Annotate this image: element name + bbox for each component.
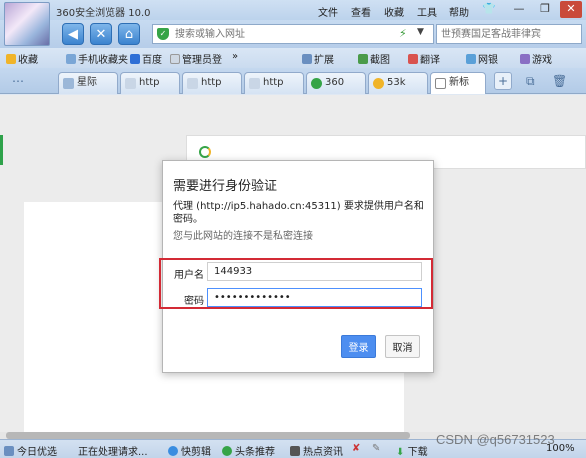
360-logo-icon [311,78,322,89]
trash-icon[interactable]: 🗑 [552,74,567,88]
bookmarks-more[interactable]: » [232,51,238,62]
stop-button[interactable]: ✕ [90,23,112,45]
user-avatar[interactable] [4,2,50,46]
address-input[interactable] [175,27,375,41]
username-field[interactable] [207,262,422,281]
password-label: 密码 [184,296,204,307]
tools-icon[interactable]: ✎ [372,443,380,454]
status-download[interactable]: ⬇ 下载 [396,443,428,458]
menu-favorites[interactable]: 收藏 [384,4,404,19]
minimize-button[interactable]: — [508,1,530,18]
search-box[interactable] [436,24,582,44]
paw-icon [130,54,140,64]
pin-icon[interactable]: ✘ [352,443,360,454]
gift-icon [4,446,14,456]
games-button[interactable]: 游戏 [520,51,552,66]
dialog-note: 您与此网站的连接不是私密连接 [173,231,313,242]
bookmark-favorites[interactable]: 收藏 [6,51,38,66]
ebank-button[interactable]: 网银 [466,51,498,66]
bookmarks-bar: 收藏 手机收藏夹 百度 管理员登 » 扩展 截图 翻译 网银 游戏 [0,48,586,68]
play-icon [168,446,178,456]
scrollbar-thumb[interactable] [6,432,410,439]
folder-icon [66,54,76,64]
watermark: CSDN @q56731523 [436,432,555,447]
tab-2[interactable]: http [120,72,180,94]
skin-icon[interactable]: 👕 [478,1,500,18]
tab-3[interactable]: http [182,72,242,94]
scissors-icon [358,54,368,64]
tab-1[interactable]: 星际 [58,72,118,94]
page-icon [170,54,180,64]
close-button[interactable]: ✕ [560,1,582,18]
login-button[interactable]: 登录 [341,335,376,358]
maximize-button[interactable]: ❐ [534,1,556,18]
dialog-title: 需要进行身份验证 [173,179,278,194]
app-title: 360安全浏览器 10.0 [56,8,151,19]
extensions-button[interactable]: 扩展 [302,51,334,66]
smiley-icon [373,78,384,89]
menu-file[interactable]: 文件 [318,4,338,19]
tab-5[interactable]: 360 [306,72,366,94]
status-headline[interactable]: 头条推荐 [222,443,275,458]
tab-4[interactable]: http [244,72,304,94]
page-icon [249,78,260,89]
chevron-down-icon[interactable]: ▼ [417,27,424,37]
status-today-picks[interactable]: 今日优选 [4,443,57,458]
menu-tools[interactable]: 工具 [417,4,437,19]
translate-icon [408,54,418,64]
navigation-bar: ◀ ✕ ⌂ ✓ ⚡ ▼ [0,20,586,48]
play-circle-icon [222,446,232,456]
title-bar: 360安全浏览器 10.0 文件 查看 收藏 工具 帮助 👕 — ❐ ✕ [0,0,586,20]
translate-button[interactable]: 翻译 [408,51,440,66]
page-icon [187,78,198,89]
tab-menu-icon[interactable]: ⋯ [12,74,24,88]
menu-help[interactable]: 帮助 [449,4,469,19]
menu-view[interactable]: 查看 [351,4,371,19]
address-bar[interactable]: ✓ ⚡ ▼ [152,24,434,44]
tab-7-active[interactable]: 新标 [430,72,486,94]
news-icon [290,446,300,456]
shield-bank-icon [466,54,476,64]
restore-tab-icon[interactable]: ⧉ [526,74,535,89]
sidebar-indicator [0,135,3,165]
shield-icon: ✓ [157,28,169,40]
page-icon [125,78,136,89]
username-label: 用户名 [174,270,204,281]
gamepad-icon [520,54,530,64]
lightning-icon[interactable]: ⚡ [399,27,407,40]
cancel-button[interactable]: 取消 [385,335,420,358]
bookmark-admin-login[interactable]: 管理员登 [170,51,222,66]
bookmark-mobile-favorites[interactable]: 手机收藏夹 [66,51,128,66]
status-text: 正在处理请求... [78,447,148,458]
new-tab-button[interactable]: + [494,72,512,90]
grid-icon [435,78,446,89]
screenshot-button[interactable]: 截图 [358,51,390,66]
password-field[interactable] [207,288,422,307]
page-icon [63,78,74,89]
loading-icon [199,146,211,158]
status-hot-news[interactable]: 热点资讯 [290,443,343,458]
bookmark-baidu[interactable]: 百度 [130,51,162,66]
home-button[interactable]: ⌂ [118,23,140,45]
star-icon [6,54,16,64]
search-input[interactable] [441,27,579,41]
auth-dialog: 需要进行身份验证 代理 (http://ip5.hahado.cn:45311)… [159,160,434,373]
download-icon: ⬇ [396,447,405,458]
tab-bar: ⋯ 星际 http http http 360 53k 新标 + ⧉ 🗑 [0,68,586,94]
puzzle-icon [302,54,312,64]
tab-6[interactable]: 53k [368,72,428,94]
back-button[interactable]: ◀ [62,23,84,45]
status-quick-clip[interactable]: 快剪辑 [168,443,211,458]
dialog-message: 代理 (http://ip5.hahado.cn:45311) 要求提供用户名和… [173,201,424,225]
